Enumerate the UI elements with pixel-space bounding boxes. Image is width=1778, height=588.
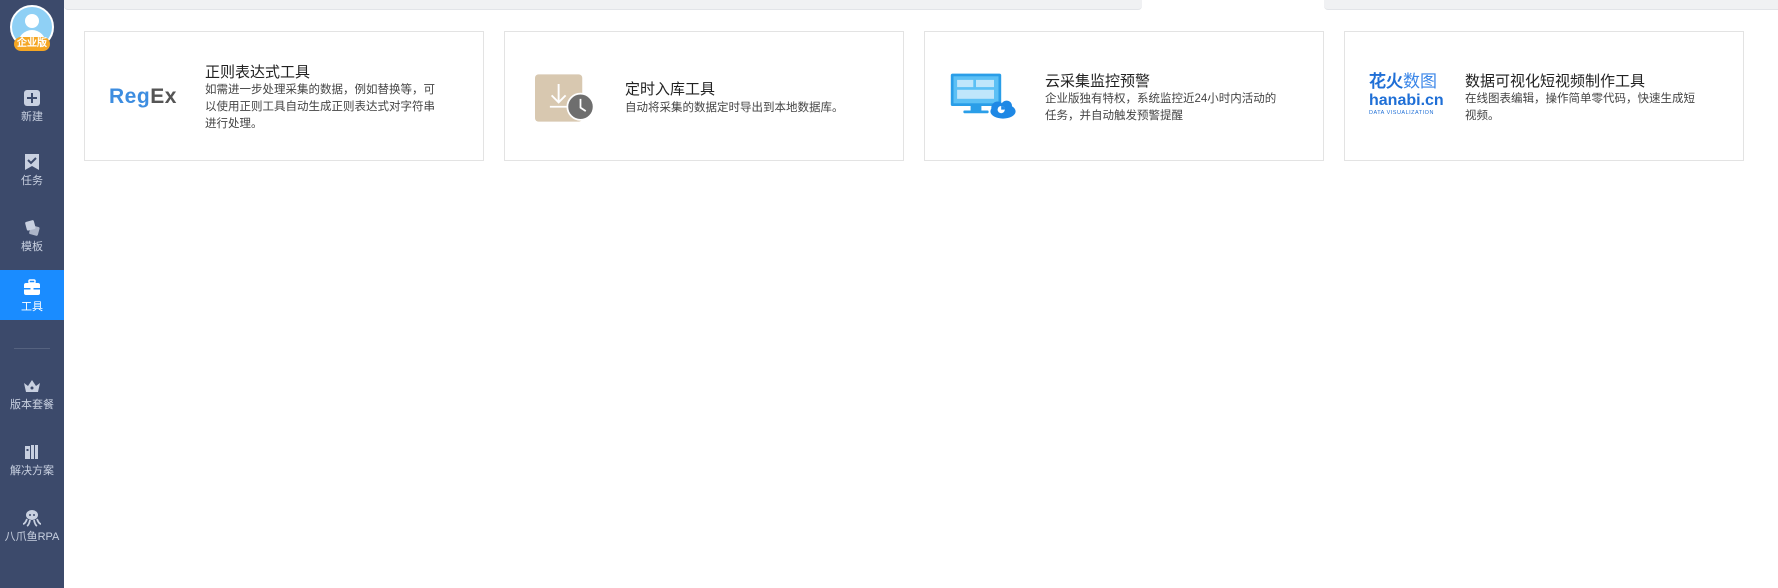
tool-title: 正则表达式工具 xyxy=(205,64,311,81)
top-tab-strip xyxy=(1324,0,1778,10)
user-avatar[interactable]: 企业版 xyxy=(10,5,54,53)
tool-description: 在线图表编辑，操作简单零代码，快速生成短视频。 xyxy=(1465,93,1695,122)
tool-title: 云采集监控预警 xyxy=(1045,73,1151,90)
sidebar-item-label: 版本套餐 xyxy=(10,399,54,411)
toolbox-icon xyxy=(24,279,40,295)
tool-description: 企业版独有特权，系统监控近24小时内活动的任务，并自动触发预警提醒 xyxy=(1045,93,1277,122)
top-tab-strip xyxy=(64,0,1142,10)
sidebar-item-templates[interactable]: 模板 xyxy=(0,210,64,260)
sidebar: 企业版 新建 任务 模板 工具 版本套餐 解决方案 八爪鱼RPA xyxy=(0,0,64,588)
sidebar-item-new[interactable]: 新建 xyxy=(0,80,64,130)
book-columns-icon xyxy=(25,445,38,459)
sidebar-item-label: 八爪鱼RPA xyxy=(4,531,60,543)
sidebar-item-label: 模板 xyxy=(21,241,43,253)
tool-title: 数据可视化短视频制作工具 xyxy=(1465,73,1646,90)
sidebar-item-label: 任务 xyxy=(21,175,43,187)
sidebar-item-solutions[interactable]: 解决方案 xyxy=(0,434,64,484)
sidebar-item-rpa[interactable]: 八爪鱼RPA xyxy=(0,500,64,550)
monitor-cloud-icon xyxy=(950,73,1016,119)
regex-logo: RegEx xyxy=(109,85,177,108)
tool-card-regex[interactable]: RegEx 正则表达式工具 如需进一步处理采集的数据，例如替换等，可以使用正则工… xyxy=(84,31,484,161)
tool-description: 如需进一步处理采集的数据，例如替换等，可以使用正则工具自动生成正则表达式对字符串… xyxy=(205,84,435,130)
crown-icon xyxy=(24,380,40,392)
sidebar-divider xyxy=(14,348,50,349)
sidebar-item-tasks[interactable]: 任务 xyxy=(0,144,64,194)
sidebar-item-label: 工具 xyxy=(21,301,43,313)
template-tiles-icon xyxy=(25,220,40,236)
octopus-icon xyxy=(22,510,42,527)
sidebar-item-label: 解决方案 xyxy=(10,465,54,477)
sidebar-item-tools[interactable]: 工具 xyxy=(0,270,64,320)
sidebar-item-plans[interactable]: 版本套餐 xyxy=(0,368,64,418)
bookmark-check-icon xyxy=(25,154,39,170)
tool-card-hanabi[interactable]: 花火数图 hanabi.cn DATA VISUALIZATION 数据可视化短… xyxy=(1344,31,1744,161)
tool-card-scheduled-import[interactable]: 定时入库工具 自动将采集的数据定时导出到本地数据库。 xyxy=(504,31,904,161)
tool-description: 自动将采集的数据定时导出到本地数据库。 xyxy=(625,102,844,114)
tool-card-cloud-monitor[interactable]: 云采集监控预警 企业版独有特权，系统监控近24小时内活动的任务，并自动触发预警提… xyxy=(924,31,1324,161)
hanabi-logo: 花火数图 hanabi.cn DATA VISUALIZATION xyxy=(1369,72,1444,116)
plus-square-icon xyxy=(24,90,40,106)
download-clock-icon xyxy=(535,74,595,122)
enterprise-badge: 企业版 xyxy=(14,37,50,51)
sidebar-item-label: 新建 xyxy=(21,111,43,123)
tool-title: 定时入库工具 xyxy=(625,81,716,98)
